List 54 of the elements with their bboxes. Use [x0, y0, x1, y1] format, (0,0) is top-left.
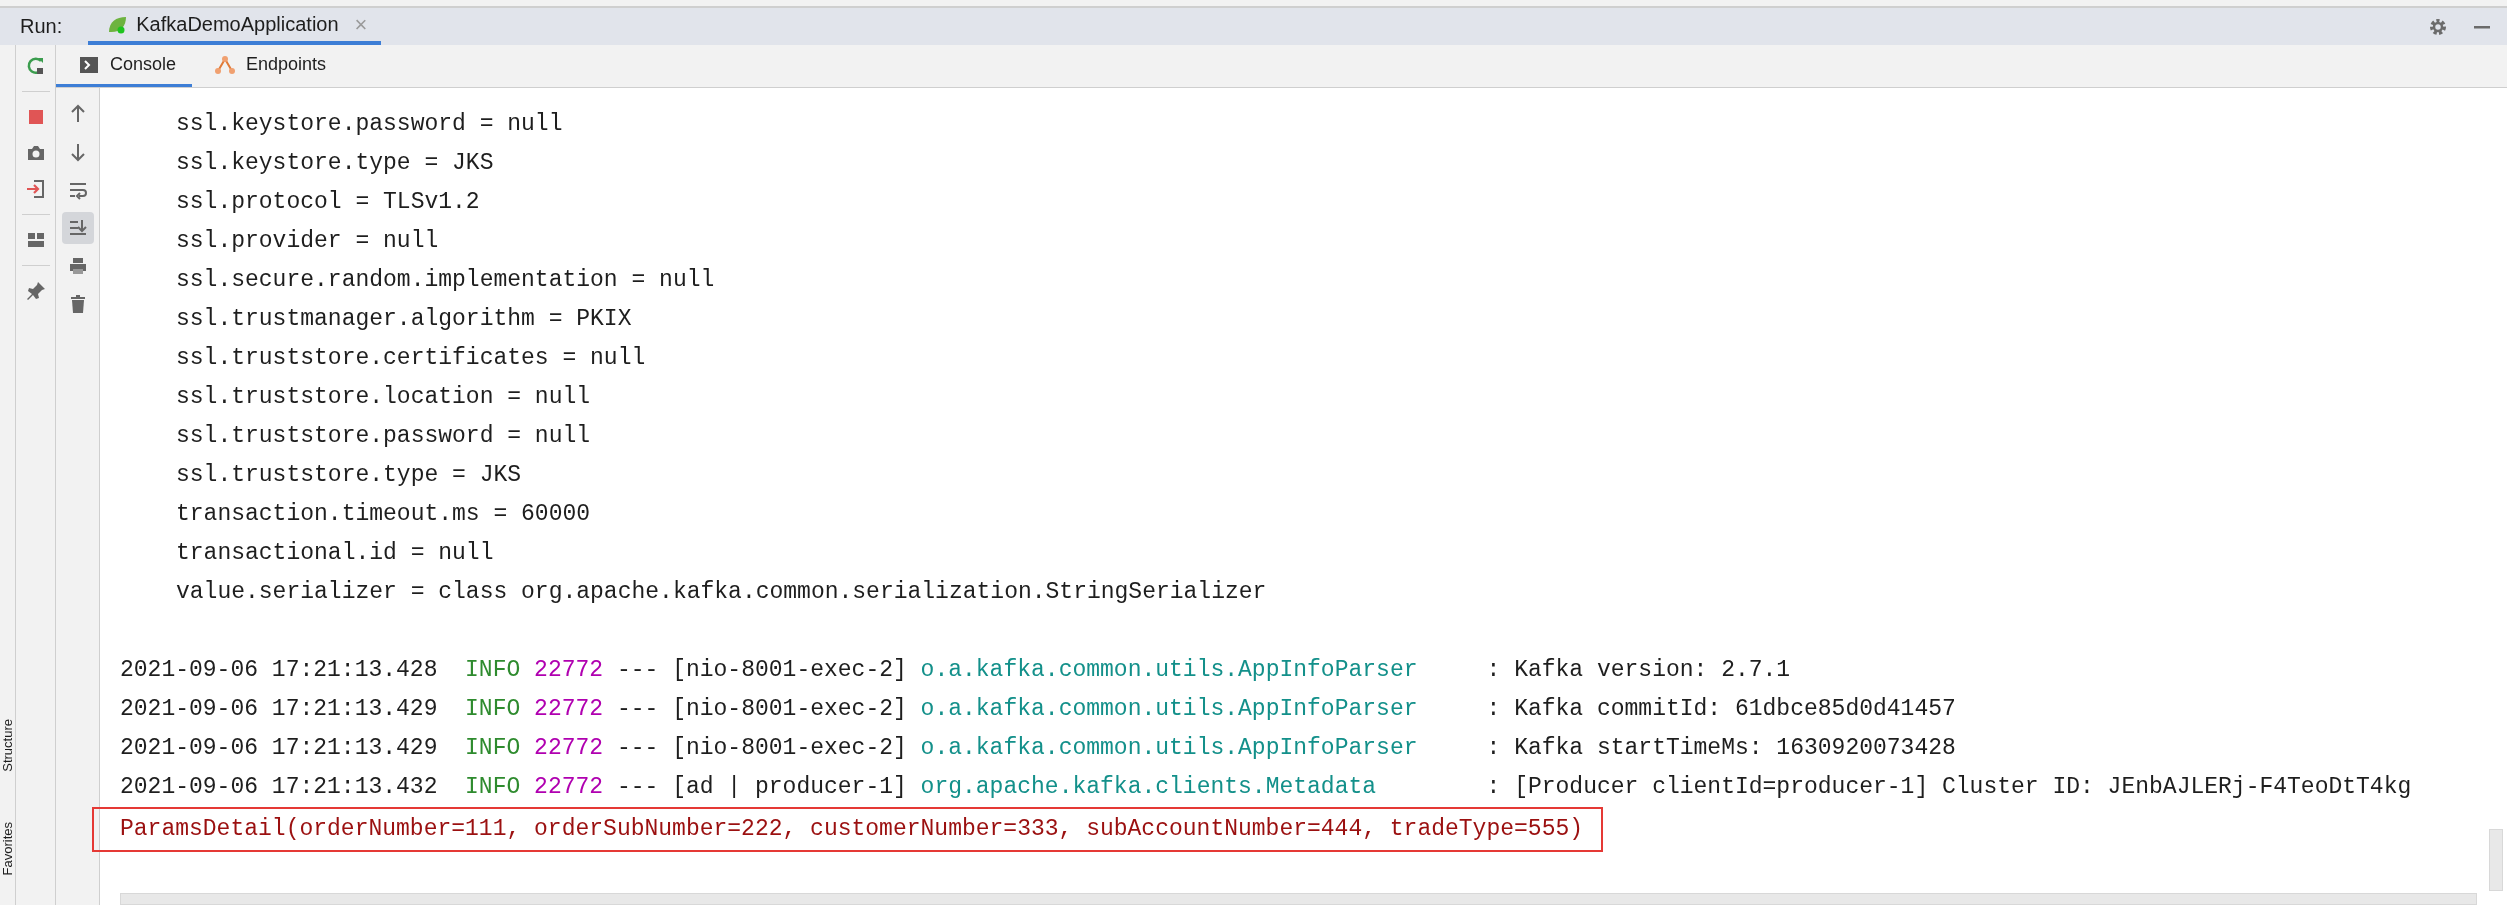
console-line: ssl.truststore.certificates = null	[175, 345, 646, 371]
vertical-scrollbar[interactable]	[2489, 829, 2503, 891]
log-level: INFO	[465, 773, 521, 802]
log-logger: org.apache.kafka.clients.Metadata	[920, 773, 1378, 802]
console-line: ssl.truststore.type = JKS	[175, 462, 522, 488]
log-pid: 22772	[534, 773, 604, 802]
log-colon: :	[1486, 734, 1501, 763]
console-tab[interactable]: Endpoints	[192, 45, 343, 87]
log-separator: ---	[616, 695, 659, 724]
log-thread: [ad | producer-1]	[672, 773, 907, 802]
log-logger: o.a.kafka.common.utils.AppInfoParser	[920, 695, 1419, 724]
log-logger: o.a.kafka.common.utils.AppInfoParser	[920, 734, 1419, 763]
log-timestamp: 2021-09-06 17:21:13.428	[120, 656, 438, 685]
log-timestamp: 2021-09-06 17:21:13.432	[120, 773, 438, 802]
console-line: ssl.secure.random.implementation = null	[175, 267, 715, 293]
log-level: INFO	[465, 695, 521, 724]
log-timestamp: 2021-09-06 17:21:13.429	[120, 695, 438, 724]
nodes-icon	[214, 53, 237, 76]
log-message: Kafka startTimeMs: 1630920073428	[1514, 734, 1956, 763]
side-tool-tab[interactable]: Structure	[0, 718, 15, 772]
log-message: Kafka version: 2.7.1	[1514, 656, 1791, 685]
log-separator: ---	[616, 773, 659, 802]
console-line: ssl.keystore.type = JKS	[175, 150, 494, 176]
console-line: ssl.protocol = TLSv1.2	[175, 189, 480, 215]
log-level: INFO	[465, 656, 521, 685]
console-line: ssl.trustmanager.algorithm = PKIX	[175, 306, 632, 332]
log-pid: 22772	[534, 695, 604, 724]
scroll-to-end-button[interactable]	[61, 212, 94, 244]
log-colon: :	[1486, 656, 1501, 685]
console-line: ssl.provider = null	[175, 228, 439, 254]
log-timestamp: 2021-09-06 17:21:13.429	[120, 734, 438, 763]
log-logger: o.a.kafka.common.utils.AppInfoParser	[920, 656, 1419, 685]
console-line: ssl.truststore.password = null	[175, 423, 591, 449]
console-line: transactional.id = null	[175, 540, 494, 566]
log-pid: 22772	[534, 734, 604, 763]
console-line: value.serializer = class org.apache.kafka.common.serialization.StringSerializer	[175, 579, 1267, 605]
console-line: ssl.keystore.password = null	[175, 111, 563, 137]
log-pid: 22772	[534, 656, 604, 685]
log-colon: :	[1486, 695, 1501, 724]
console-line: transaction.timeout.ms = 60000	[175, 501, 591, 527]
run-label: Run:	[20, 15, 63, 38]
log-separator: ---	[616, 734, 659, 763]
log-thread: [nio-8001-exec-2]	[672, 695, 907, 724]
horizontal-scrollbar[interactable]	[120, 893, 2477, 905]
log-thread: [nio-8001-exec-2]	[672, 734, 907, 763]
log-message: [Producer clientId=producer-1] Cluster ID: JEnbAJLERj-F4TeoDtT4kg	[1514, 773, 2412, 802]
console-line: ssl.truststore.location = null	[175, 384, 591, 410]
log-colon: :	[1486, 773, 1501, 802]
exit-icon[interactable]	[24, 178, 47, 200]
log-thread: [nio-8001-exec-2]	[672, 656, 907, 685]
side-tool-tab[interactable]: Favorites	[0, 821, 15, 875]
log-separator: ---	[616, 656, 659, 685]
log-level: INFO	[465, 734, 521, 763]
log-message: Kafka commitId: 61dbce85d0d41457	[1514, 695, 1956, 724]
